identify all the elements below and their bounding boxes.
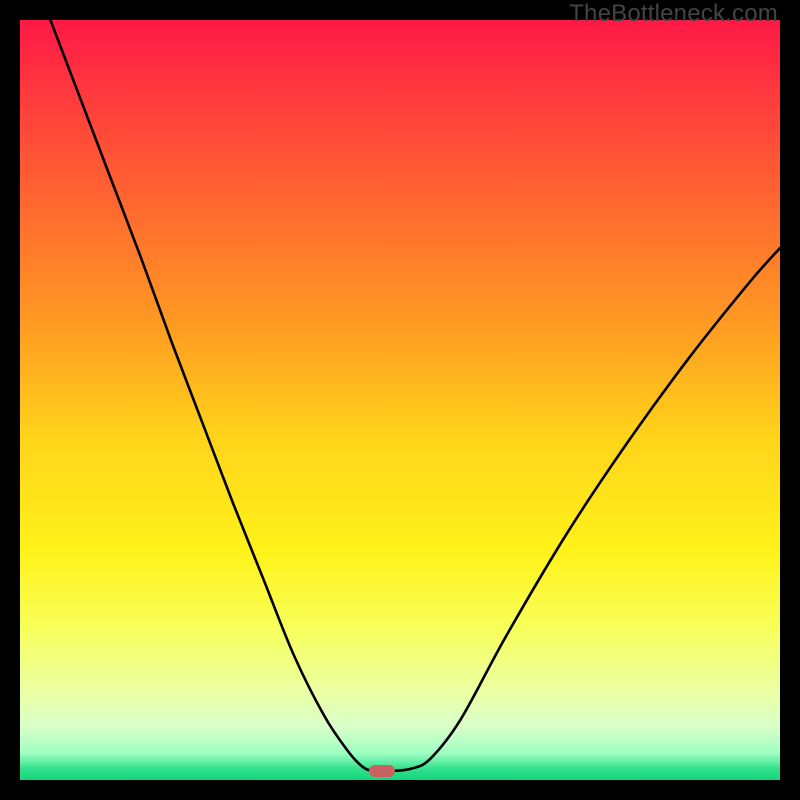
gradient-background [20, 20, 780, 780]
watermark-text: TheBottleneck.com [569, 0, 778, 28]
plot-area [20, 20, 780, 780]
plot-svg [20, 20, 780, 780]
chart-frame: TheBottleneck.com [0, 0, 800, 800]
optimum-marker [369, 765, 395, 777]
